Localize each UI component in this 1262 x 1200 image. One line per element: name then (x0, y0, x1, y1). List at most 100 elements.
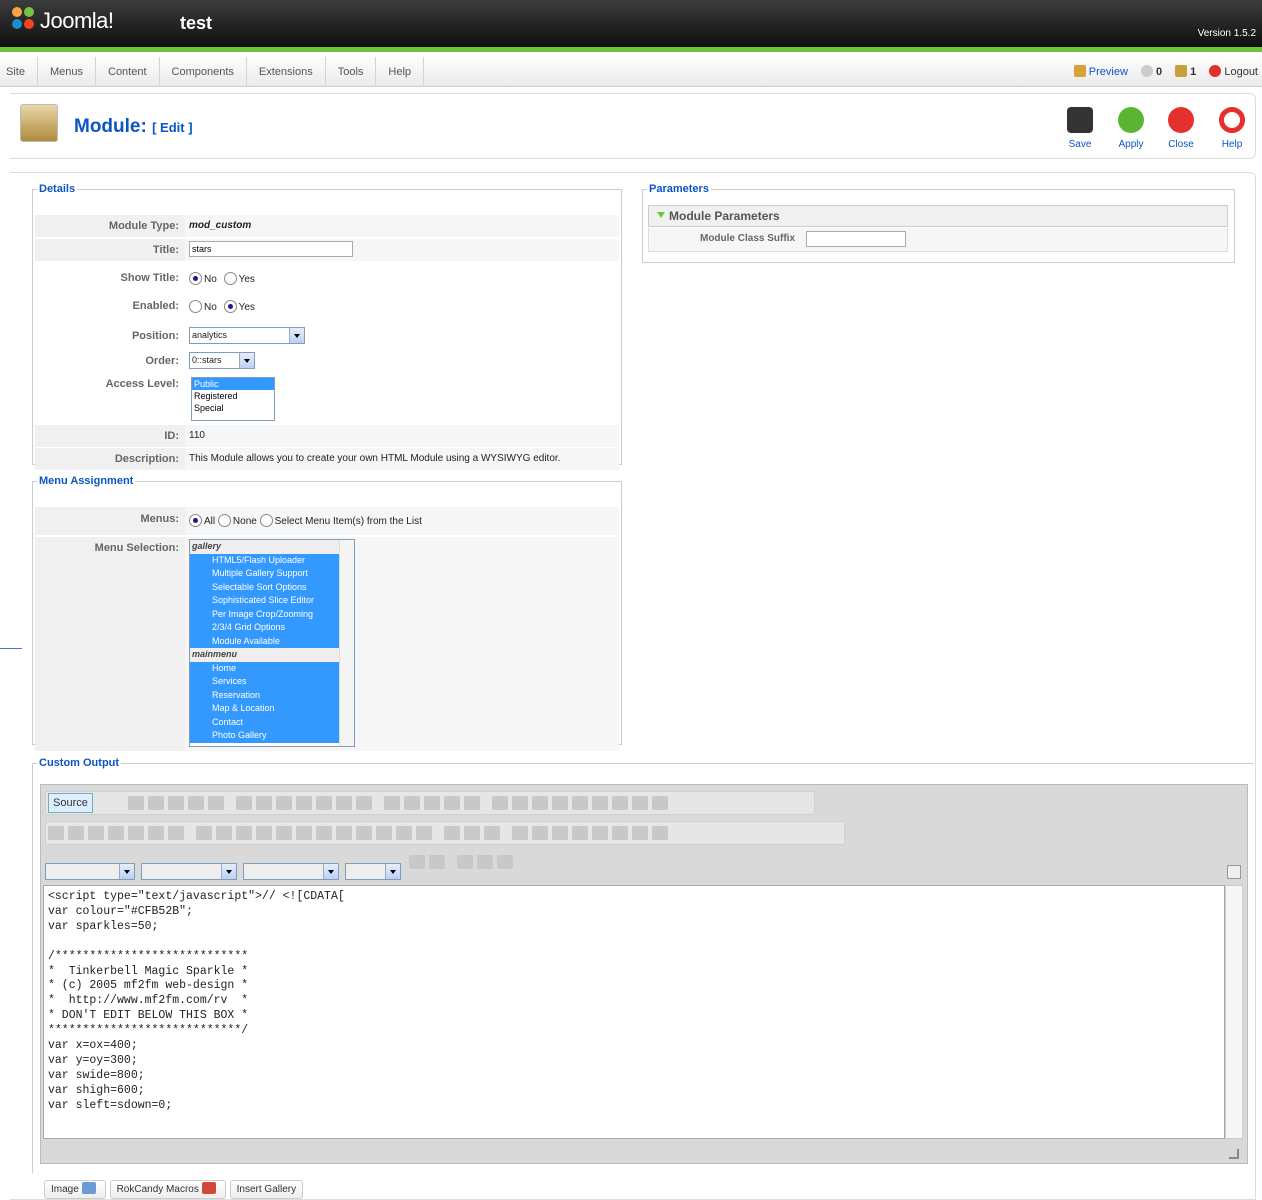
title-input[interactable] (189, 241, 353, 257)
replace-icon[interactable] (404, 796, 420, 810)
image-button-icon[interactable] (632, 796, 648, 810)
list-item[interactable]: Multiple Gallery Support (190, 567, 354, 581)
paste-icon[interactable] (276, 796, 292, 810)
textfield-icon[interactable] (552, 796, 568, 810)
strike-icon[interactable] (108, 826, 124, 840)
underline-icon[interactable] (88, 826, 104, 840)
menu-help[interactable]: Help (376, 57, 425, 87)
remove-format-icon[interactable] (168, 826, 184, 840)
paste-text-icon[interactable] (296, 796, 312, 810)
logout-link[interactable]: Logout (1209, 65, 1258, 78)
button-icon[interactable] (612, 796, 628, 810)
blockquote-icon[interactable] (276, 826, 292, 840)
messages-count[interactable]: 0 (1140, 65, 1162, 78)
resize-handle-icon[interactable] (1229, 1149, 1239, 1159)
list-item[interactable]: Reservation (190, 688, 354, 702)
justify-icon[interactable] (376, 826, 392, 840)
order-select[interactable]: 0::stars (189, 351, 255, 369)
list-item[interactable]: HTML5/Flash Uploader (190, 553, 354, 567)
access-option[interactable]: Public (192, 378, 274, 390)
menu-components[interactable]: Components (160, 57, 247, 87)
rokcandy-macros-button[interactable]: RokCandy Macros (109, 1180, 226, 1199)
copy-icon[interactable] (256, 796, 272, 810)
ltr-icon[interactable] (396, 826, 412, 840)
list-item[interactable]: Per Image Crop/Zooming (190, 607, 354, 621)
source-code-textarea[interactable]: <script type="text/javascript">// <![CDA… (43, 885, 1225, 1139)
list-item[interactable]: Home (190, 661, 354, 675)
help-button[interactable]: Help (1214, 107, 1250, 150)
maximize-icon[interactable] (457, 855, 473, 869)
show-blocks-icon[interactable] (477, 855, 493, 869)
link-icon[interactable] (444, 826, 460, 840)
subscript-icon[interactable] (128, 826, 144, 840)
save-button[interactable]: Save (1062, 107, 1098, 150)
about-icon[interactable] (497, 855, 513, 869)
indent-icon[interactable] (256, 826, 272, 840)
format-select[interactable] (141, 863, 237, 881)
menus-none-radio[interactable] (217, 514, 231, 527)
bold-icon[interactable] (48, 826, 64, 840)
checkbox-icon[interactable] (512, 796, 528, 810)
anchor-icon[interactable] (484, 826, 500, 840)
form-icon[interactable] (492, 796, 508, 810)
align-left-icon[interactable] (316, 826, 332, 840)
div-icon[interactable] (296, 826, 312, 840)
outdent-icon[interactable] (236, 826, 252, 840)
enabled-yes-radio[interactable] (223, 300, 237, 313)
list-item[interactable]: Contact (190, 715, 354, 729)
hidden-field-icon[interactable] (652, 796, 668, 810)
close-button[interactable]: Close (1163, 107, 1199, 150)
spellcheck-icon[interactable] (444, 796, 460, 810)
list-item[interactable]: Services (190, 675, 354, 689)
show-title-yes-radio[interactable] (223, 272, 237, 285)
source-button[interactable]: Source (48, 793, 93, 813)
superscript-icon[interactable] (148, 826, 164, 840)
horizontal-rule-icon[interactable] (572, 826, 588, 840)
menu-selection-scrollbar[interactable] (339, 540, 354, 746)
table-icon[interactable] (552, 826, 568, 840)
text-color-icon[interactable] (409, 855, 425, 869)
insert-gallery-button[interactable]: Insert Gallery (229, 1180, 304, 1199)
radio-icon[interactable] (532, 796, 548, 810)
align-center-icon[interactable] (336, 826, 352, 840)
menus-select-radio[interactable] (259, 514, 273, 527)
undo-icon[interactable] (336, 796, 352, 810)
class-suffix-input[interactable] (806, 231, 906, 247)
code-scrollbar[interactable] (1225, 885, 1243, 1139)
menu-menus[interactable]: Menus (38, 57, 96, 87)
apply-button[interactable]: Apply (1113, 107, 1149, 150)
scayt-icon[interactable] (464, 796, 480, 810)
users-count[interactable]: 1 (1175, 65, 1196, 78)
menu-extensions[interactable]: Extensions (247, 57, 326, 87)
access-listbox[interactable]: Public Registered Special (191, 377, 275, 421)
access-option[interactable]: Registered (192, 390, 274, 402)
rtl-icon[interactable] (416, 826, 432, 840)
new-page-icon[interactable] (148, 796, 164, 810)
list-item[interactable]: Selectable Sort Options (190, 580, 354, 594)
menu-site[interactable]: Site (0, 57, 38, 87)
module-parameters-toggle[interactable]: Module Parameters (648, 205, 1228, 227)
list-item[interactable]: Module Available (190, 634, 354, 648)
templates-icon[interactable] (208, 796, 224, 810)
menu-content[interactable]: Content (96, 57, 160, 87)
unlink-icon[interactable] (464, 826, 480, 840)
access-option[interactable]: Special (192, 402, 274, 414)
bulleted-list-icon[interactable] (216, 826, 232, 840)
enabled-no-radio[interactable] (189, 300, 202, 313)
italic-icon[interactable] (68, 826, 84, 840)
menu-tools[interactable]: Tools (326, 57, 377, 87)
list-item[interactable]: 2/3/4 Grid Options (190, 621, 354, 635)
preview-link[interactable]: Preview (1073, 65, 1128, 78)
numbered-list-icon[interactable] (196, 826, 212, 840)
page-break-icon[interactable] (632, 826, 648, 840)
size-select[interactable] (345, 863, 401, 881)
position-select[interactable]: analytics (189, 326, 305, 344)
smiley-icon[interactable] (592, 826, 608, 840)
styles-select[interactable] (45, 863, 135, 881)
save-icon[interactable] (128, 796, 144, 810)
image-icon[interactable] (512, 826, 528, 840)
paste-word-icon[interactable] (316, 796, 332, 810)
select-all-icon[interactable] (424, 796, 440, 810)
cut-icon[interactable] (236, 796, 252, 810)
menu-selection-listbox[interactable]: gallery HTML5/Flash Uploader Multiple Ga… (189, 539, 355, 747)
